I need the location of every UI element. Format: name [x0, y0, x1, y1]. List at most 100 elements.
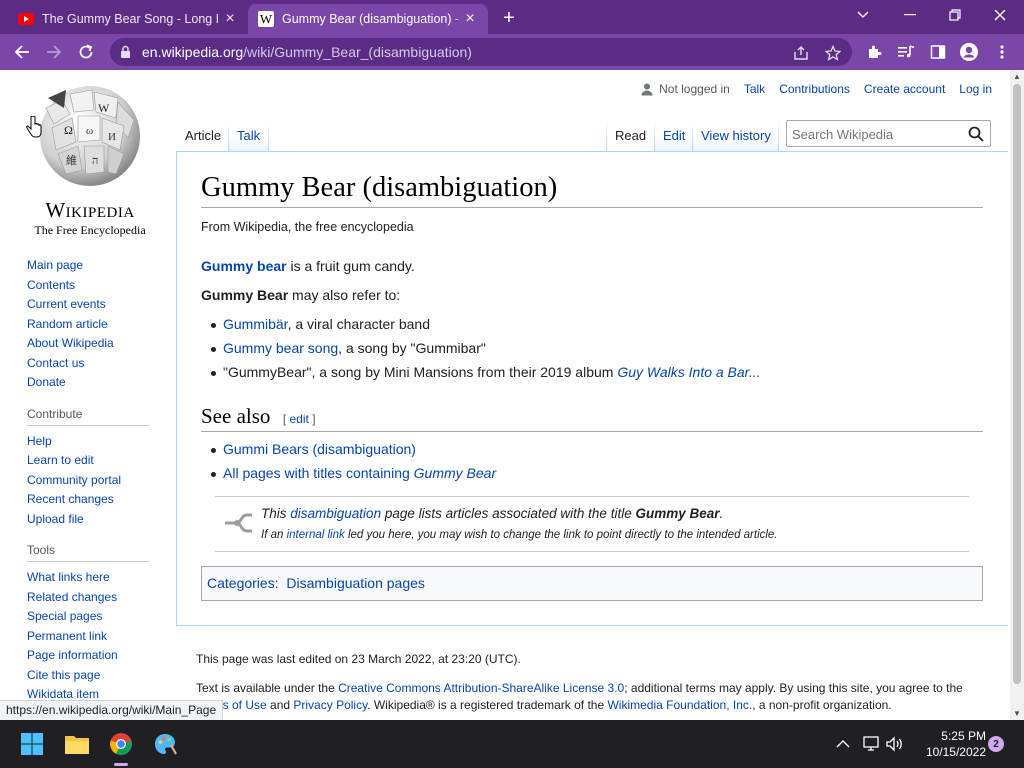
scroll-down-icon[interactable]: ▼	[1013, 709, 1021, 718]
url-host: en.wikipedia.org	[142, 44, 244, 60]
page-scrollbar[interactable]: ▲ ▼	[1010, 70, 1024, 720]
sidebar-item-contact[interactable]: Contact us	[27, 354, 167, 374]
page-viewport: Ω W И ω 維 ה Wikipedia The Free Encyclope…	[0, 70, 1024, 720]
sidebar-item-what-links-here[interactable]: What links here	[27, 568, 167, 588]
start-windows-icon[interactable]	[16, 728, 48, 760]
search-input[interactable]	[792, 124, 962, 144]
may-refer-bold: Gummy Bear	[201, 287, 289, 303]
disambiguation-icon	[223, 512, 253, 539]
sidebar-item-help[interactable]: Help	[27, 432, 167, 452]
bookmark-star-icon[interactable]	[824, 44, 842, 62]
paint-app-icon[interactable]	[149, 728, 181, 760]
footer-text: Text is available under the	[196, 681, 339, 695]
tab-read[interactable]: Read	[607, 120, 655, 151]
create-account-link[interactable]: Create account	[864, 82, 945, 96]
category-disambiguation-pages[interactable]: Disambiguation pages	[286, 575, 425, 591]
minimize-icon[interactable]	[896, 4, 924, 26]
volume-icon[interactable]	[886, 736, 904, 752]
categories-link[interactable]: Categories	[207, 575, 275, 591]
sidebar-heading-contribute: Contribute	[27, 407, 149, 426]
wikipedia-wordmark: Wikipedia	[45, 198, 135, 222]
sidebar-item-permanent-link[interactable]: Permanent link	[27, 627, 167, 647]
close-tab-icon[interactable]: ×	[222, 10, 238, 27]
gummi-bears-disambiguation-link[interactable]: Gummi Bears (disambiguation)	[223, 441, 416, 457]
tab-wikipedia[interactable]: W Gummy Bear (disambiguation) - ×	[248, 4, 488, 34]
chrome-icon[interactable]	[105, 728, 137, 766]
notification-badge[interactable]: 2	[988, 736, 1004, 752]
list-item: Gummibär, a viral character band	[211, 316, 430, 332]
all-pages-with-titles-link[interactable]: All pages with titles containing Gummy B…	[223, 465, 496, 481]
sidebar-item-upload-file[interactable]: Upload file	[27, 510, 167, 530]
wikipedia-logo[interactable]: Ω W И ω 維 ה Wikipedia The Free Encyclope…	[28, 84, 152, 237]
restore-icon[interactable]	[941, 4, 969, 26]
reload-icon[interactable]	[74, 40, 98, 64]
internal-link-link[interactable]: internal link	[287, 529, 345, 541]
close-window-icon[interactable]	[986, 4, 1014, 26]
sidebar-item-page-information[interactable]: Page information	[27, 646, 167, 666]
sidebar-navigation: Main page Contents Current events Random…	[27, 256, 167, 393]
extensions-icon[interactable]	[864, 42, 884, 62]
wikimedia-foundation-link[interactable]: Wikimedia Foundation, Inc.	[607, 698, 752, 712]
sidebar-item-contents[interactable]: Contents	[27, 276, 167, 296]
sidebar-item-random-article[interactable]: Random article	[27, 315, 167, 335]
link-italic-text: Gummy Bear	[413, 465, 497, 481]
log-in-link[interactable]: Log in	[959, 82, 992, 96]
guy-walks-into-a-bar-link[interactable]: Guy Walks Into a Bar...	[617, 364, 760, 380]
scrollbar-thumb[interactable]	[1013, 84, 1021, 684]
tab-edit[interactable]: Edit	[655, 120, 694, 151]
disambiguation-link[interactable]: disambiguation	[290, 506, 381, 521]
sidebar-item-about[interactable]: About Wikipedia	[27, 334, 167, 354]
cc-license-link[interactable]: Creative Commons Attribution-ShareAlike …	[338, 681, 624, 695]
sidebar-item-related-changes[interactable]: Related changes	[27, 588, 167, 608]
windows-taskbar: 5:25 PM 10/15/2022 2	[0, 720, 1024, 768]
address-bar[interactable]: en.wikipedia.org/wiki/Gummy_Bear_(disamb…	[110, 38, 852, 66]
notice-text: page lists articles associated with the …	[381, 506, 636, 521]
contributions-link[interactable]: Contributions	[779, 82, 850, 96]
forward-icon[interactable]	[42, 40, 66, 64]
back-icon[interactable]	[10, 40, 34, 64]
gummy-bear-link[interactable]: Gummy bear	[201, 258, 287, 274]
edit-section-link[interactable]: edit	[290, 412, 309, 426]
sidebar-item-current-events[interactable]: Current events	[27, 295, 167, 315]
list-item-text: "GummyBear", a song by Mini Mansions fro…	[223, 364, 618, 380]
network-icon[interactable]	[862, 736, 880, 752]
scroll-up-icon[interactable]: ▲	[1013, 72, 1021, 81]
tab-view-history[interactable]: View history	[693, 120, 779, 151]
search-icon[interactable]	[968, 126, 984, 147]
privacy-policy-link[interactable]: Privacy Policy	[293, 698, 367, 712]
tab-search-icon[interactable]	[849, 4, 877, 26]
sidebar-item-special-pages[interactable]: Special pages	[27, 607, 167, 627]
gummibar-link[interactable]: Gummibär	[223, 316, 288, 332]
sidebar-item-learn-to-edit[interactable]: Learn to edit	[27, 451, 167, 471]
tab-article[interactable]: Article	[177, 120, 230, 151]
mouse-cursor-icon	[26, 115, 42, 143]
footer-text: ; additional terms may apply. By using t…	[624, 681, 963, 695]
file-explorer-icon[interactable]	[61, 728, 93, 760]
lock-icon[interactable]	[120, 45, 131, 64]
talk-link[interactable]: Talk	[744, 82, 765, 96]
sidebar-item-community-portal[interactable]: Community portal	[27, 471, 167, 491]
system-clock[interactable]: 5:25 PM 10/15/2022	[916, 728, 986, 760]
link-text: All pages with titles containing	[223, 465, 414, 481]
show-hidden-icons-chevron-icon[interactable]	[834, 736, 852, 752]
profile-avatar-icon[interactable]	[959, 42, 979, 62]
tab-separator	[268, 120, 269, 151]
last-edited-text: This page was last edited on 23 March 20…	[196, 652, 521, 666]
kebab-menu-icon[interactable]	[992, 42, 1012, 62]
link-status-bar: https://en.wikipedia.org/wiki/Main_Page	[0, 700, 224, 720]
new-tab-button[interactable]: +	[497, 6, 521, 30]
close-tab-icon[interactable]: ×	[462, 10, 478, 27]
share-icon[interactable]	[792, 44, 810, 62]
sidebar-item-main-page[interactable]: Main page	[27, 256, 167, 276]
sidebar-contribute: Contribute Help Learn to edit Community …	[27, 407, 167, 530]
side-panel-icon[interactable]	[928, 42, 948, 62]
tab-talk[interactable]: Talk	[229, 120, 269, 151]
sidebar-item-cite-this-page[interactable]: Cite this page	[27, 666, 167, 686]
tab-youtube[interactable]: The Gummy Bear Song - Long Er ×	[8, 4, 248, 34]
gummy-bear-song-link[interactable]: Gummy bear song	[223, 340, 338, 356]
footer-text: and	[266, 698, 294, 712]
media-control-icon[interactable]	[896, 42, 916, 62]
sidebar-item-donate[interactable]: Donate	[27, 373, 167, 393]
sidebar-item-recent-changes[interactable]: Recent changes	[27, 490, 167, 510]
browser-tab-strip: The Gummy Bear Song - Long Er × W Gummy …	[0, 0, 1024, 34]
